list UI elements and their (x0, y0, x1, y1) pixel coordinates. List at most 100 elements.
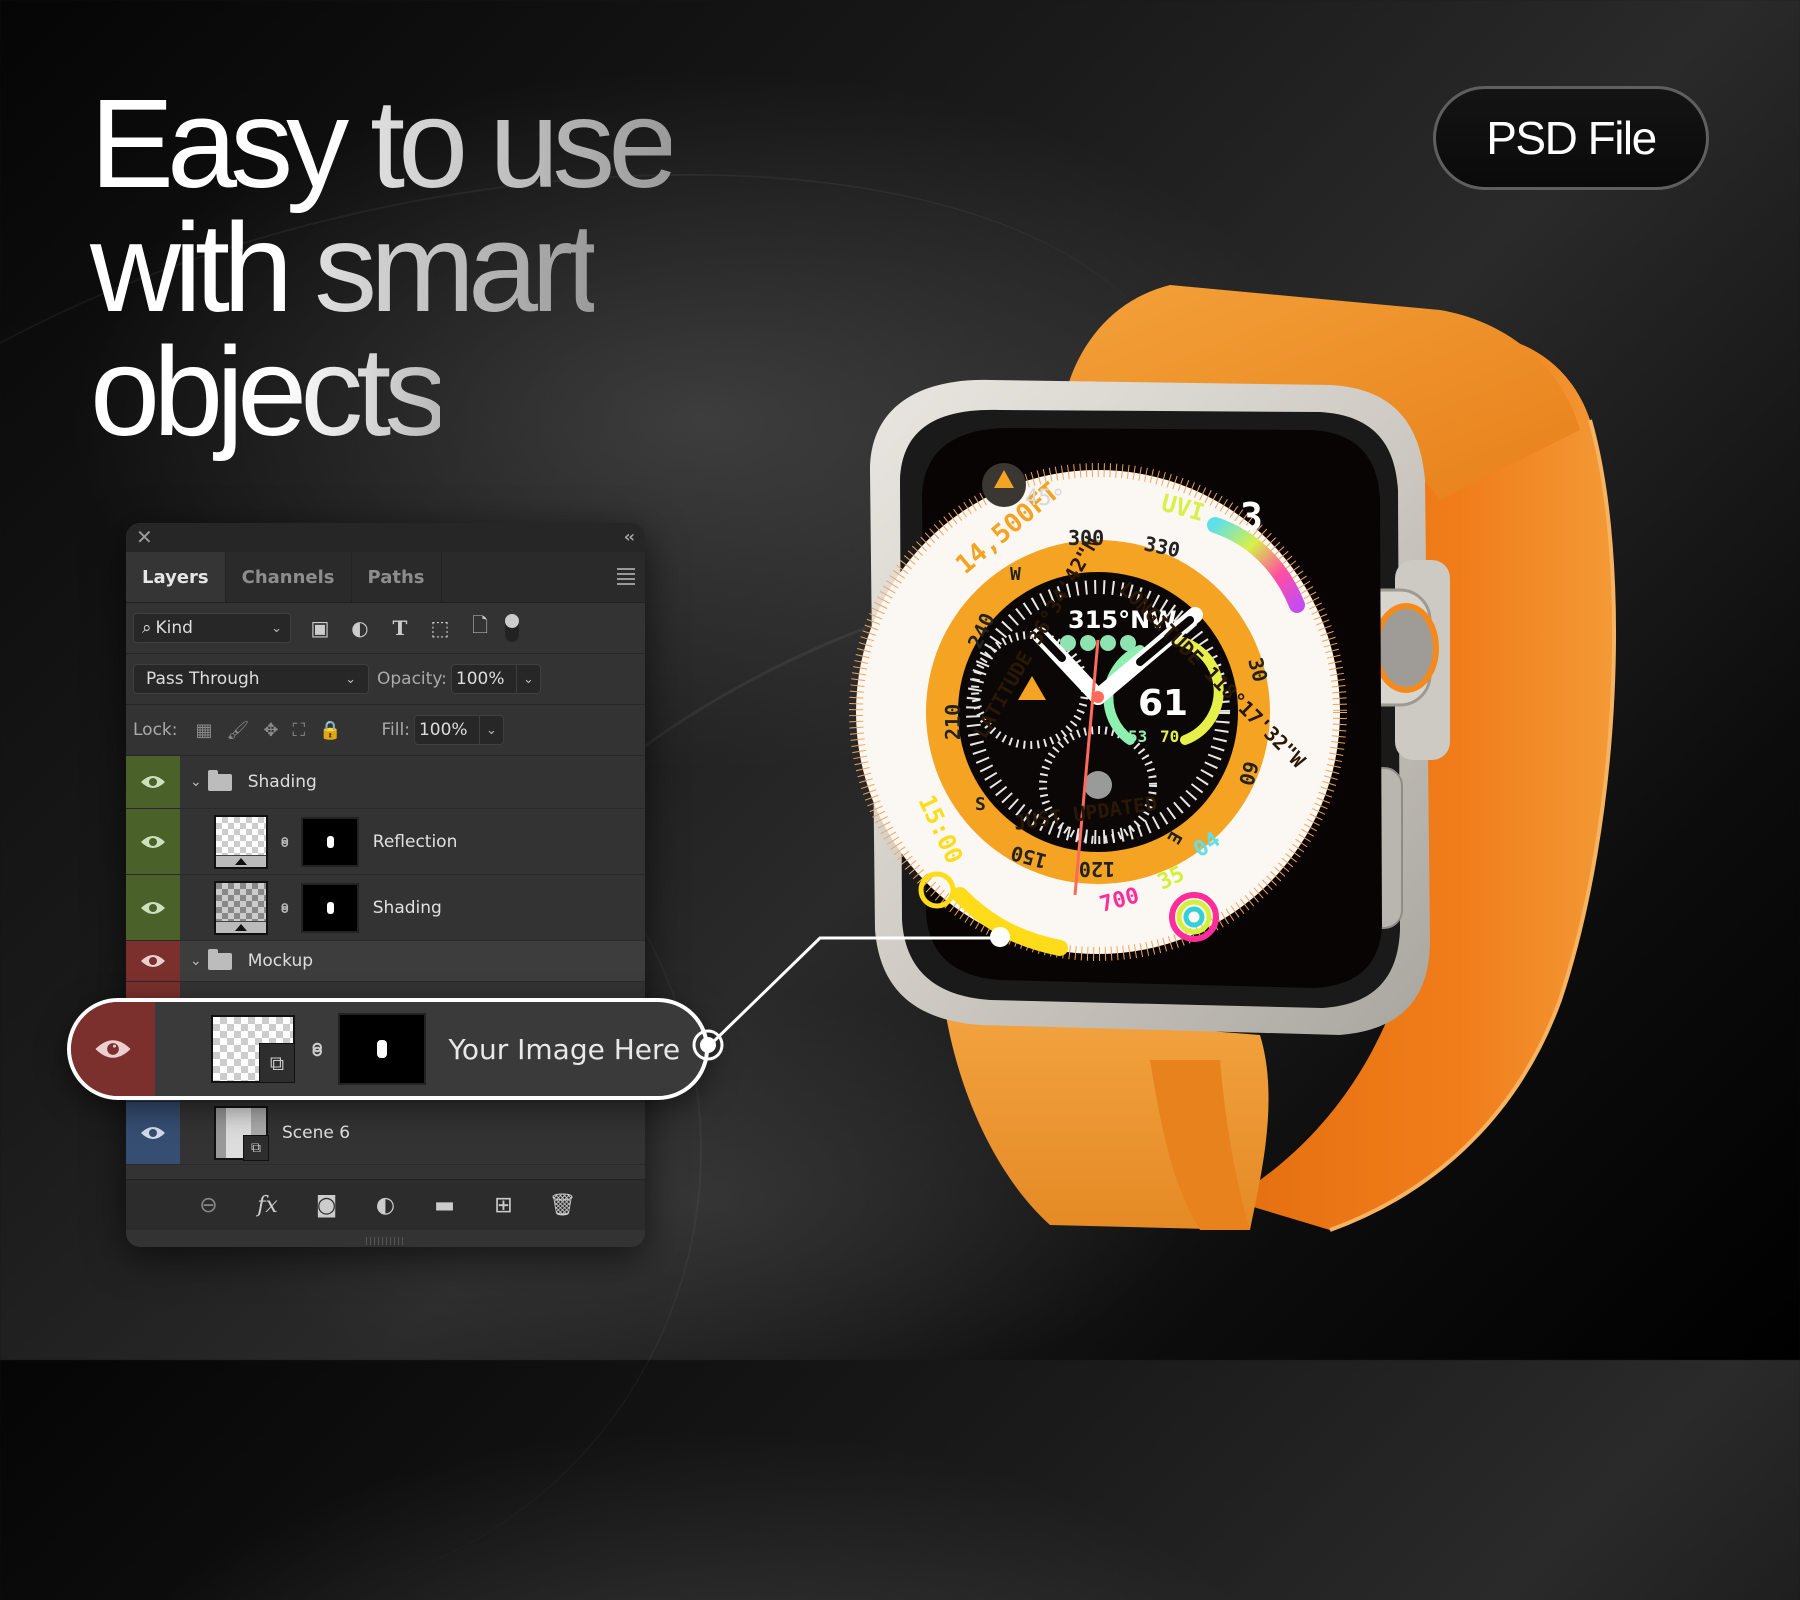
delete-icon[interactable]: 🗑 (547, 1193, 579, 1218)
smart-object-icon: ⧉ (259, 1043, 295, 1083)
link-layers-icon[interactable]: ⊖ (193, 1193, 225, 1218)
adjustment-layer-icon[interactable]: ◐ (370, 1193, 402, 1218)
watch-digital-crown (1348, 588, 1432, 707)
blend-row: Pass Through ⌄ Opacity: 100% ⌄ (126, 654, 645, 705)
blend-mode-value: Pass Through (146, 669, 260, 689)
visibility-toggle[interactable] (126, 809, 180, 874)
layer-thumbnail (214, 880, 268, 935)
watch-band-top (1055, 285, 1580, 500)
bezel-300: 300 (1068, 526, 1104, 550)
lock-label: Lock: (133, 720, 178, 740)
uvi-label: UVI (1158, 489, 1207, 527)
layer-group-mockup[interactable]: ⌄ Mockup (126, 941, 645, 982)
bezel-60: 60 (1234, 759, 1263, 788)
smart-object-icon: ⧉ (243, 1135, 269, 1161)
layer-name: Your Image Here (448, 1032, 681, 1066)
chevron-down-icon[interactable]: ⌄ (190, 774, 202, 790)
watch-side-button (1357, 767, 1403, 929)
layer-mask-thumbnail (338, 1013, 427, 1085)
type-filter-icon[interactable]: T (389, 616, 411, 640)
bezel-e: E (1162, 828, 1186, 848)
fx-icon[interactable]: fx (252, 1193, 284, 1218)
opacity-value: 100% (455, 669, 505, 689)
layer-scene-6[interactable]: ⧉ Scene 6 (126, 1102, 645, 1165)
chevron-down-icon[interactable]: ⌄ (190, 953, 202, 969)
angle-text: 45° (1025, 486, 1065, 511)
status-text: JUST UPDATED (1012, 791, 1158, 835)
link-icon[interactable]: ⚭ (300, 1037, 333, 1060)
close-icon[interactable]: ✕ (136, 525, 153, 549)
tab-layers[interactable]: Layers (126, 552, 226, 602)
panel-menu-icon[interactable] (617, 568, 635, 588)
watch-crown-ring (1373, 603, 1439, 693)
shape-filter-icon[interactable]: ⬚ (429, 616, 451, 640)
chevron-down-icon: ⌄ (345, 671, 356, 687)
latitude-text: LATITUDE 36°34'42"N (969, 532, 1104, 742)
eye-icon (95, 1040, 131, 1058)
collapse-icon[interactable]: ‹‹ (624, 527, 635, 546)
resize-grip[interactable] (365, 1237, 406, 1245)
lock-transparent-icon[interactable]: ▦ (196, 720, 213, 741)
tab-paths[interactable]: Paths (352, 552, 442, 602)
lock-artboard-icon[interactable]: ⛶ (292, 720, 305, 741)
layer-name: Scene 6 (282, 1123, 351, 1143)
lock-position-icon[interactable]: ✥ (263, 720, 278, 741)
image-filter-icon[interactable]: ▣ (309, 616, 331, 640)
bezel-150: 150 (1008, 841, 1049, 874)
layer-group-shading[interactable]: ⌄ Shading (126, 756, 645, 809)
visibility-toggle[interactable] (126, 756, 180, 808)
panel-header: ✕ ‹‹ (126, 523, 645, 552)
chevron-down-icon[interactable]: ⌄ (486, 723, 497, 738)
bezel-w: W (1010, 564, 1021, 585)
eye-icon (141, 1127, 165, 1139)
visibility-toggle[interactable] (126, 941, 180, 981)
tab-channels[interactable]: Channels (226, 552, 352, 602)
visibility-toggle[interactable] (126, 1102, 180, 1164)
layer-thumbnail (214, 814, 268, 869)
adjustment-filter-icon[interactable]: ◐ (349, 616, 371, 640)
lock-row: Lock: ▦ 🖌 ✥ ⛶ 🔒 Fill: 100% ⌄ (126, 705, 645, 756)
lock-paint-icon[interactable]: 🖌 (227, 720, 250, 741)
search-icon: ⌕ (142, 618, 152, 638)
filter-toggle[interactable] (505, 614, 519, 642)
eye-icon (141, 901, 165, 914)
layer-shading[interactable]: ⚭ Shading (126, 875, 645, 941)
visibility-toggle[interactable] (71, 1002, 155, 1096)
bezel-s: S (975, 794, 986, 815)
highlighted-layer-your-image-here[interactable]: ⧉ ⚭ Your Image Here (67, 998, 709, 1100)
layer-thumbnail: ⧉ (214, 1106, 269, 1161)
new-group-icon[interactable]: ▬ (429, 1193, 461, 1218)
headline-line-1: Easy to use (90, 73, 678, 214)
fill-value: 100% (418, 720, 468, 740)
layers-panel: ✕ ‹‹ Layers Channels Paths ⌕ Kind ⌄ ▣ ◐ … (126, 523, 645, 1247)
layer-name: Reflection (372, 831, 458, 852)
watch-case (870, 379, 1430, 1035)
fill-field[interactable]: 100% ⌄ (413, 715, 504, 745)
visibility-toggle[interactable] (126, 875, 180, 940)
watch-crown-guard (1395, 560, 1450, 760)
bezel-120: 120 (1079, 857, 1115, 881)
layer-mask-thumbnail (300, 882, 359, 933)
blend-mode-select[interactable]: Pass Through ⌄ (133, 664, 369, 694)
panel-footer: ⊖ fx ◙ ◐ ▬ ⊞ 🗑 (126, 1179, 645, 1230)
layer-reflection[interactable]: ⚭ Reflection (126, 809, 645, 875)
link-icon[interactable]: ⚭ (272, 899, 296, 916)
filter-kind-select[interactable]: ⌕ Kind ⌄ (133, 613, 291, 643)
link-icon[interactable]: ⚭ (272, 833, 296, 850)
fill-label: Fill: (381, 720, 410, 740)
bezel-30: 30 (1243, 655, 1272, 684)
folder-icon (207, 948, 232, 970)
add-mask-icon[interactable]: ◙ (311, 1193, 343, 1218)
uvi-value: 3 (1240, 495, 1263, 539)
bezel-240: 240 (963, 609, 1000, 652)
bezel-210: 210 (941, 704, 965, 740)
layers-list: ⌄ Shading ⚭ Reflection ⚭ Shading ⌄ Mocku… (126, 756, 645, 1165)
bezel-330: 330 (1142, 531, 1182, 562)
opacity-field[interactable]: 100% ⌄ (450, 664, 541, 694)
activity-stand: 04 (1189, 827, 1225, 863)
activity-exercise: 35 (1154, 862, 1189, 896)
new-layer-icon[interactable]: ⊞ (488, 1193, 520, 1218)
chevron-down-icon[interactable]: ⌄ (523, 672, 534, 687)
lock-all-icon[interactable]: 🔒 (319, 720, 341, 741)
smart-object-filter-icon[interactable]: 🗋 (469, 613, 491, 638)
